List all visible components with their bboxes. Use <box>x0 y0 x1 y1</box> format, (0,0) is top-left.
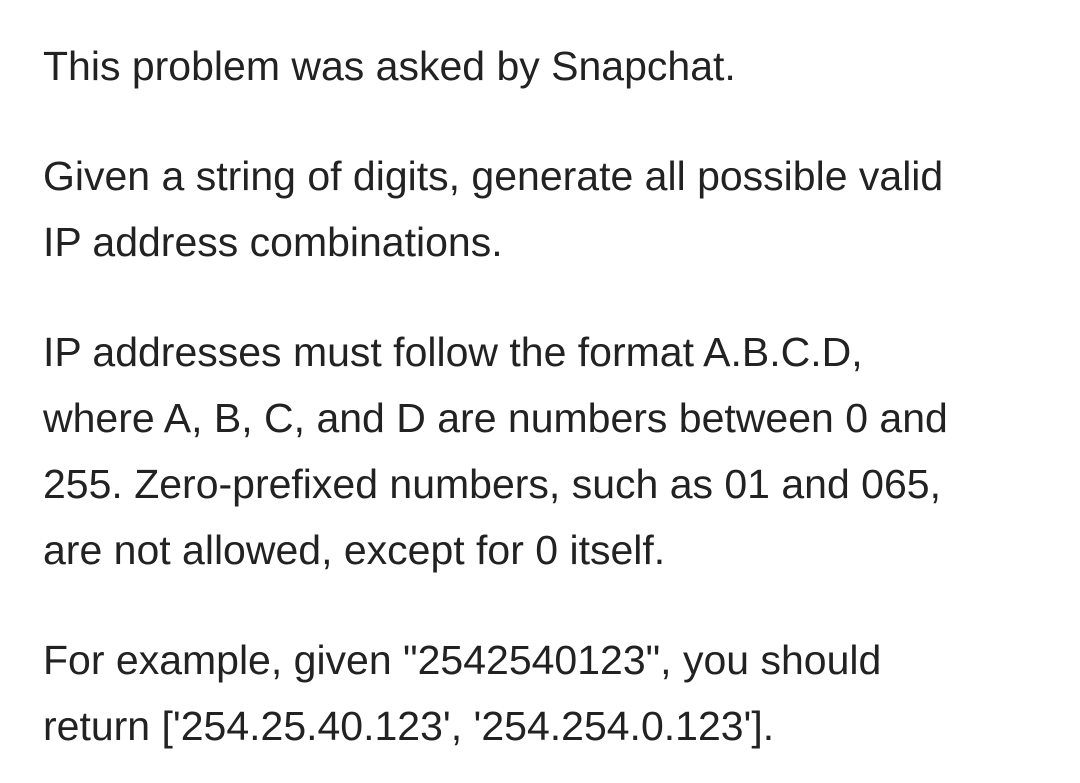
problem-statement-paragraph: Given a string of digits, generate all p… <box>43 153 944 265</box>
example-paragraph: For example, given "2542540123", you sho… <box>43 637 882 749</box>
ip-format-rules-paragraph: IP addresses must follow the format A.B.… <box>43 329 948 573</box>
problem-description: This problem was asked by Snapchat. Give… <box>43 33 1033 759</box>
intro-paragraph: This problem was asked by Snapchat. <box>43 43 736 89</box>
